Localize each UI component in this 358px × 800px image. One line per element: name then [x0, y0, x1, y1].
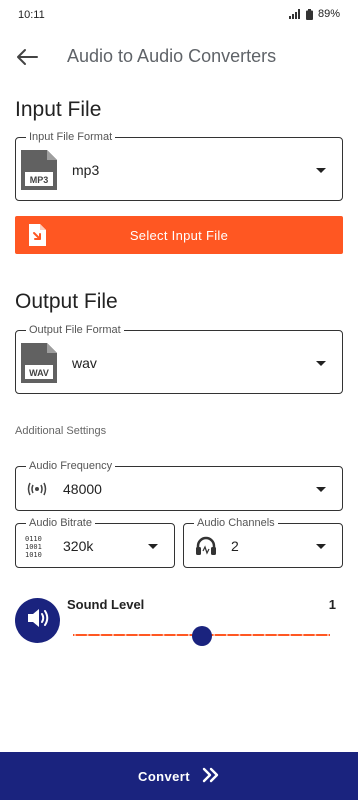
audio-channels-label: Audio Channels	[194, 516, 278, 530]
headphones-icon	[195, 536, 217, 561]
slider-tick	[175, 634, 178, 636]
chevron-down-icon	[316, 487, 326, 492]
app-title: Audio to Audio Converters	[67, 46, 277, 66]
mp3-file-icon: MP3	[19, 150, 59, 190]
output-section-title: Output File	[15, 290, 118, 313]
slider-tick	[251, 634, 254, 636]
slider-tick	[149, 634, 152, 636]
output-format-dropdown[interactable]: Output File Format WAV wav	[15, 323, 343, 394]
chevron-down-icon	[316, 361, 326, 366]
svg-text:WAV: WAV	[29, 368, 49, 378]
audio-bitrate-dropdown[interactable]: Audio Bitrate 0110 1001 1010 320k	[15, 516, 175, 568]
file-import-icon	[27, 224, 47, 249]
input-section-title: Input File	[15, 98, 102, 121]
battery-percent: 89%	[317, 8, 340, 20]
audio-channels-dropdown[interactable]: Audio Channels 2	[183, 516, 343, 568]
double-chevron-right-icon	[202, 767, 220, 786]
app-bar: Audio to Audio Converters	[0, 38, 358, 78]
slider-tick	[111, 634, 114, 636]
audio-frequency-dropdown[interactable]: Audio Frequency 48000	[15, 459, 343, 511]
svg-text:1010: 1010	[25, 551, 42, 559]
wav-file-icon: WAV	[19, 343, 59, 383]
slider-tick	[187, 634, 190, 636]
chevron-down-icon	[148, 544, 158, 549]
slider-tick	[225, 634, 228, 636]
slider-tick	[314, 634, 317, 636]
audio-frequency-label: Audio Frequency	[26, 459, 116, 473]
sound-level-slider-thumb[interactable]	[191, 626, 212, 646]
audio-channels-value: 2	[231, 538, 239, 554]
slider-tick	[238, 634, 241, 636]
signal-icon	[288, 9, 301, 19]
select-input-file-button[interactable]: Select Input File	[15, 216, 343, 254]
broadcast-signal-icon	[26, 481, 48, 502]
back-button[interactable]	[12, 44, 42, 74]
chevron-down-icon	[316, 168, 326, 173]
binary-code-icon: 0110 1001 1010	[24, 533, 48, 564]
slider-tick	[99, 634, 102, 636]
input-format-label: Input File Format	[26, 130, 116, 144]
audio-bitrate-label: Audio Bitrate	[26, 516, 95, 530]
slider-tick	[289, 634, 292, 636]
slider-tick	[327, 634, 329, 636]
slider-tick	[213, 634, 216, 636]
status-time: 10:11	[18, 9, 45, 21]
svg-text:MP3: MP3	[30, 175, 49, 185]
output-format-value: wav	[72, 355, 97, 371]
output-format-label: Output File Format	[26, 323, 124, 337]
battery-icon	[305, 8, 313, 20]
volume-up-icon	[26, 607, 50, 634]
arrow-left-icon	[16, 48, 38, 71]
sound-level-label: Sound Level	[67, 597, 145, 612]
input-format-value: mp3	[72, 162, 100, 178]
slider-tick	[162, 634, 165, 636]
sound-level-value: 1	[328, 597, 336, 612]
slider-tick	[137, 634, 140, 636]
select-input-file-label: Select Input File	[129, 227, 229, 243]
svg-text:0110: 0110	[25, 535, 42, 543]
convert-label: Convert	[138, 768, 190, 784]
slider-tick	[263, 634, 266, 636]
slider-tick	[86, 634, 89, 636]
svg-text:1001: 1001	[25, 543, 42, 551]
chevron-down-icon	[316, 544, 326, 549]
audio-bitrate-value: 320k	[63, 538, 94, 554]
slider-tick	[301, 634, 304, 636]
input-format-dropdown[interactable]: Input File Format MP3 mp3	[15, 130, 343, 201]
status-icons: 89%	[288, 8, 340, 20]
slider-tick	[74, 634, 76, 636]
audio-frequency-value: 48000	[63, 481, 102, 497]
sound-level-badge	[15, 598, 60, 643]
additional-settings-label: Additional Settings	[15, 425, 107, 437]
slider-tick	[124, 634, 127, 636]
convert-button[interactable]: Convert	[0, 752, 358, 800]
status-bar: 10:11 89%	[0, 0, 358, 30]
slider-tick	[276, 634, 279, 636]
